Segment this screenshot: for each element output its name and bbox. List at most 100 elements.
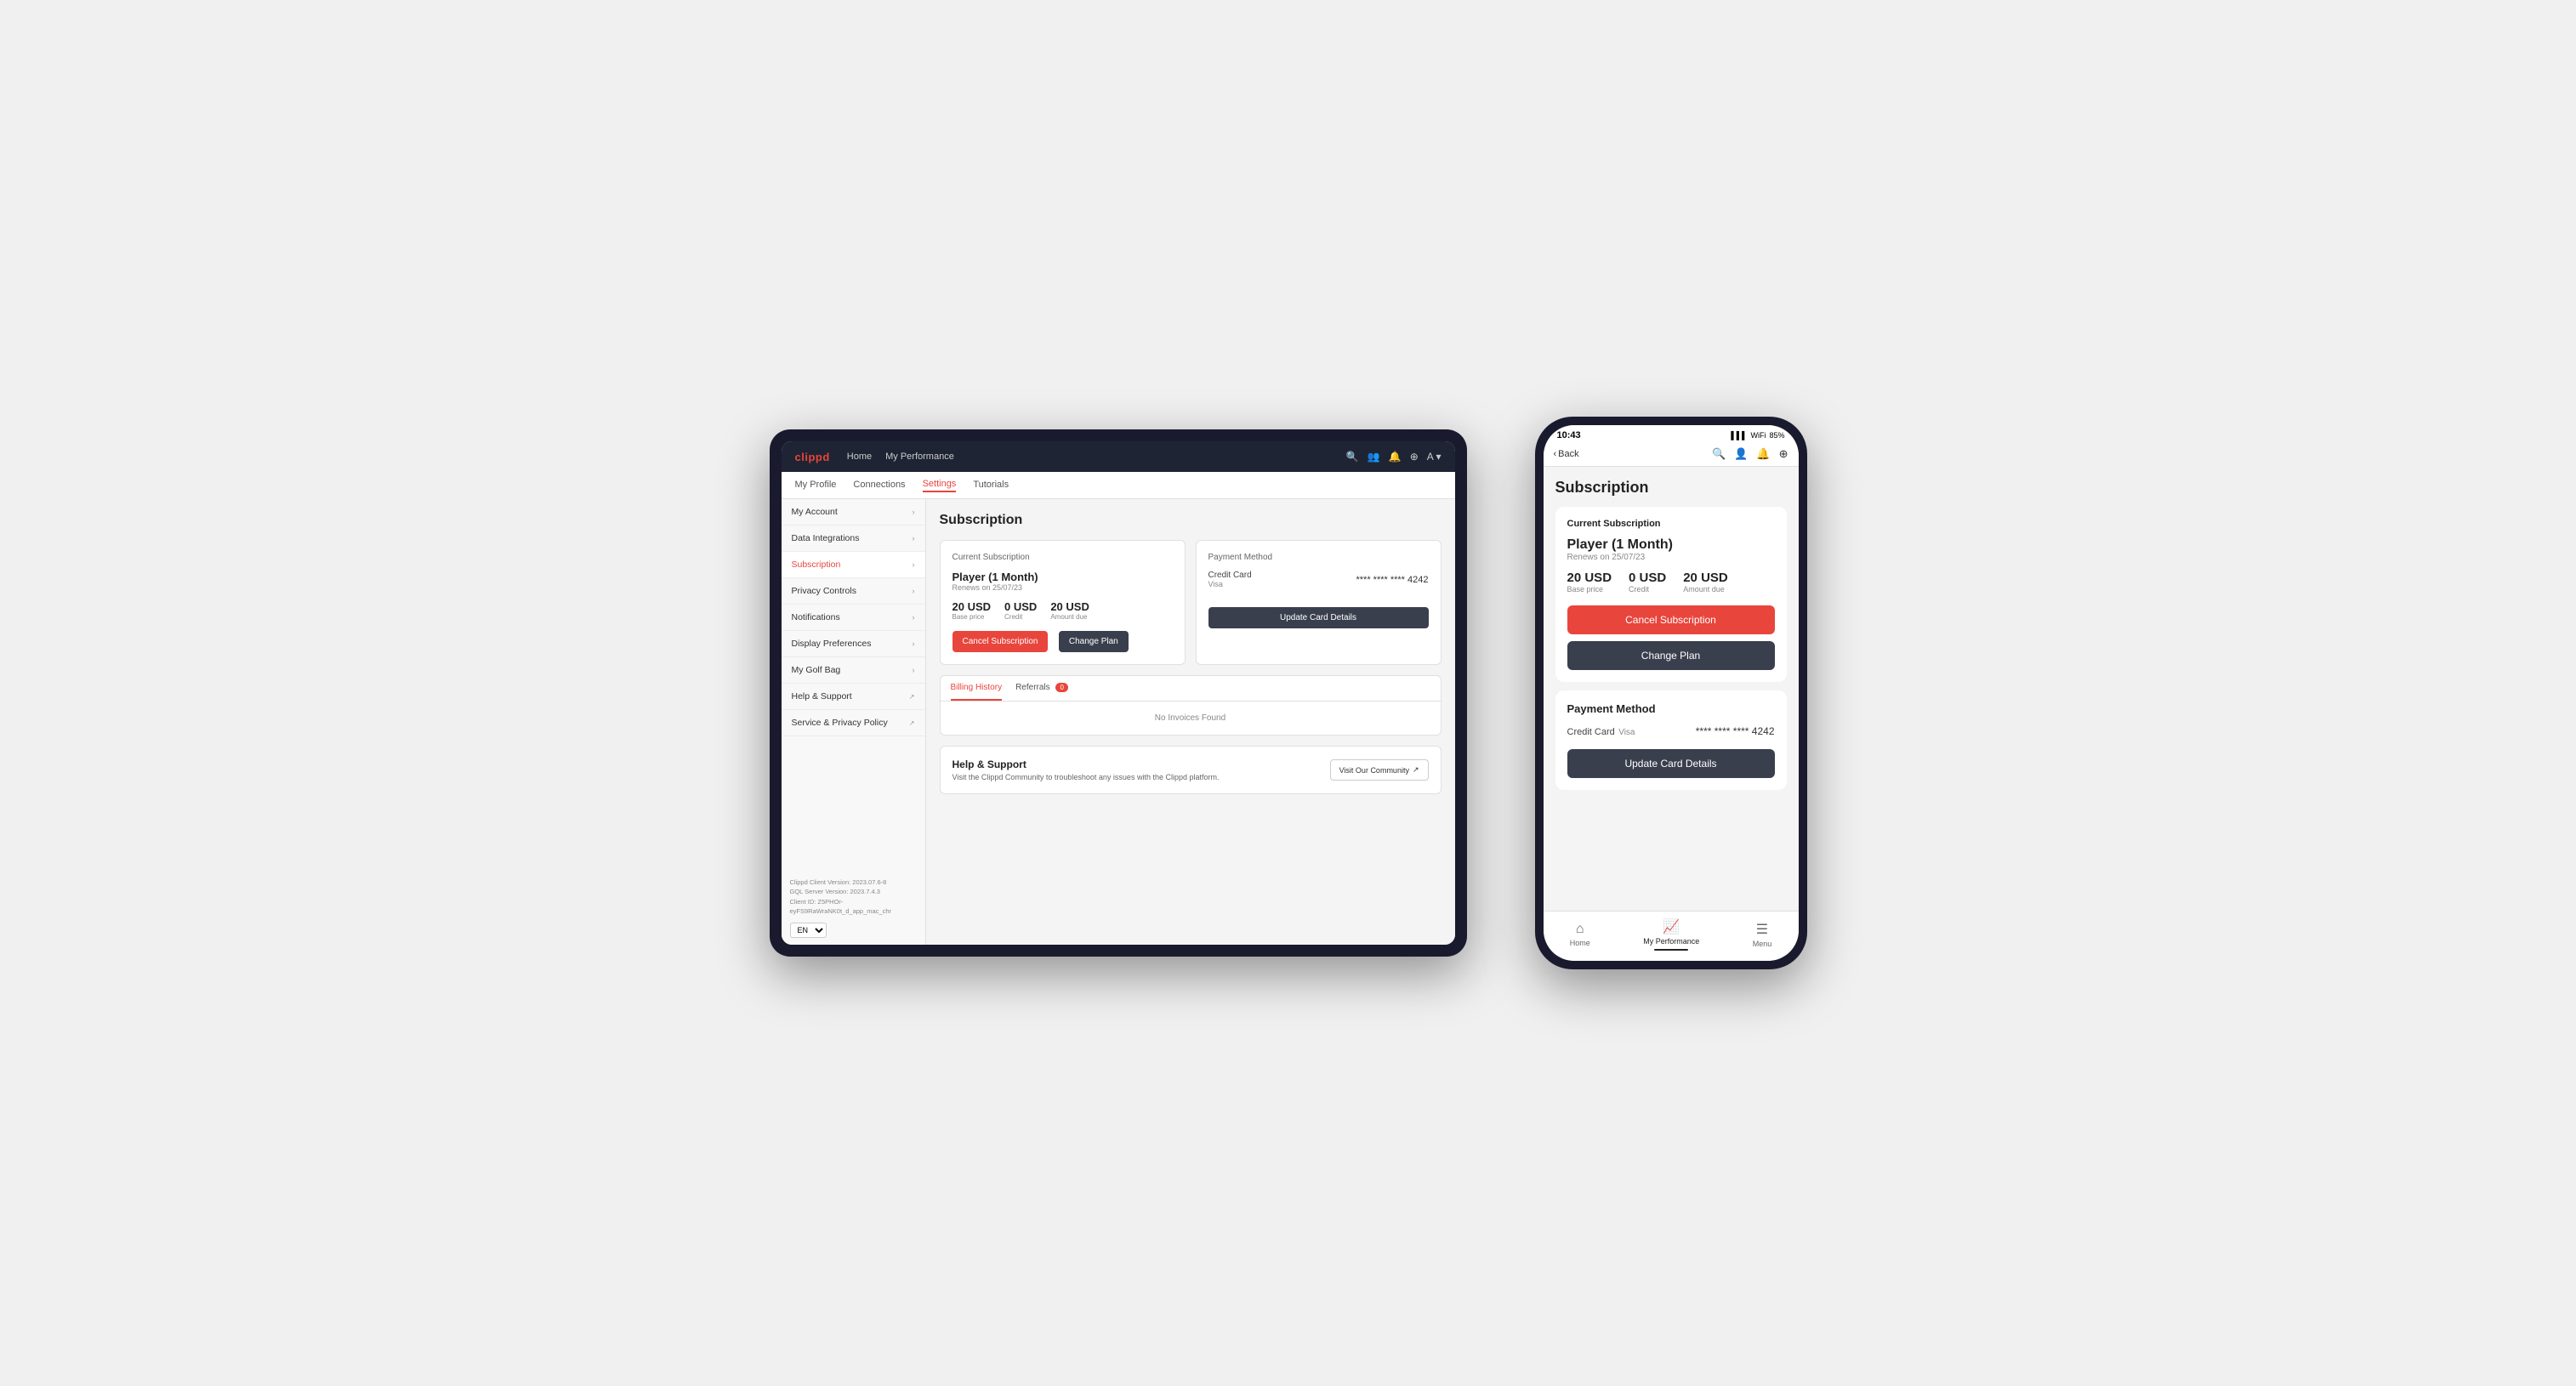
plan-renew-date: Renews on 25/07/23 <box>952 583 1173 592</box>
tablet-subnav: My Profile Connections Settings Tutorial… <box>782 472 1455 499</box>
phone-payment-card: Payment Method Credit Card Visa **** ***… <box>1555 690 1787 790</box>
tablet-sidebar: My Account › Data Integrations › Subscri… <box>782 499 926 945</box>
tablet-nav-performance[interactable]: My Performance <box>885 452 954 462</box>
sidebar-item-privacy-policy[interactable]: Service & Privacy Policy ↗ <box>782 710 925 736</box>
sidebar-item-subscription[interactable]: Subscription › <box>782 552 925 578</box>
phone-content: Subscription Current Subscription Player… <box>1544 467 1799 911</box>
phone-credit-label: Credit <box>1629 585 1666 594</box>
user-avatar[interactable]: A ▾ <box>1427 451 1442 463</box>
search-icon[interactable]: 🔍 <box>1712 447 1726 461</box>
users-icon[interactable]: 👥 <box>1368 451 1380 463</box>
add-icon[interactable]: ⊕ <box>1779 447 1788 461</box>
update-card-button[interactable]: Update Card Details <box>1208 607 1429 628</box>
version-line1: Clippd Client Version: 2023.07.6-8 <box>790 878 917 887</box>
subnav-tutorials[interactable]: Tutorials <box>973 480 1009 491</box>
amount-due-label: Amount due <box>1050 613 1089 621</box>
battery-level: 85 <box>1769 431 1777 440</box>
phone-cancel-button[interactable]: Cancel Subscription <box>1567 605 1775 634</box>
sidebar-label-golf-bag: My Golf Bag <box>792 665 841 675</box>
external-link-icon: ↗ <box>909 719 915 727</box>
menu-icon: ☰ <box>1756 921 1768 938</box>
tablet-nav-links: Home My Performance <box>847 452 954 462</box>
sidebar-item-display[interactable]: Display Preferences › <box>782 631 925 657</box>
cc-number: **** **** **** 4242 <box>1356 575 1428 585</box>
tablet-logo: clippd <box>795 451 830 463</box>
sidebar-label-display: Display Preferences <box>792 639 872 649</box>
tablet-body: My Account › Data Integrations › Subscri… <box>782 499 1455 945</box>
phone-time: 10:43 <box>1557 430 1581 440</box>
add-icon[interactable]: ⊕ <box>1410 451 1419 463</box>
subnav-myprofile[interactable]: My Profile <box>795 480 837 491</box>
billing-tab-history-label: Billing History <box>951 683 1003 692</box>
user-icon[interactable]: 👤 <box>1734 447 1748 461</box>
sidebar-label-privacy-policy: Service & Privacy Policy <box>792 718 888 728</box>
billing-tab-history[interactable]: Billing History <box>951 676 1003 701</box>
help-description: Visit the Clippd Community to troublesho… <box>952 773 1220 781</box>
tab-performance[interactable]: 📈 My Performance <box>1643 918 1699 951</box>
sidebar-item-notifications[interactable]: Notifications › <box>782 605 925 631</box>
phone-tab-bar: ⌂ Home 📈 My Performance ☰ Menu <box>1544 911 1799 961</box>
sidebar-item-account[interactable]: My Account › <box>782 499 925 525</box>
tab-home[interactable]: ⌂ Home <box>1570 922 1590 947</box>
phone-payment-title: Payment Method <box>1567 702 1775 715</box>
phone-change-plan-button[interactable]: Change Plan <box>1567 641 1775 670</box>
tablet-main-content: Subscription Current Subscription Player… <box>926 499 1455 945</box>
phone-prices: 20 USD Base price 0 USD Credit 20 USD Am… <box>1567 571 1775 594</box>
language-select[interactable]: EN <box>790 923 827 938</box>
credit-item: 0 USD Credit <box>1004 600 1037 621</box>
sidebar-item-data-integrations[interactable]: Data Integrations › <box>782 525 925 552</box>
billing-tabs: Billing History Referrals 0 <box>941 676 1441 702</box>
battery-icon: 85% <box>1769 431 1784 440</box>
sidebar-item-privacy[interactable]: Privacy Controls › <box>782 578 925 605</box>
version-line3: Client ID: Z5PHOr-eyFS9RaWraNK0t_d_app_m… <box>790 897 917 917</box>
help-section: Help & Support Visit the Clippd Communit… <box>940 746 1442 794</box>
chevron-icon: › <box>913 508 915 516</box>
phone-cc-info: Credit Card Visa <box>1567 724 1635 739</box>
subnav-connections[interactable]: Connections <box>853 480 905 491</box>
sidebar-label-privacy: Privacy Controls <box>792 586 856 596</box>
phone-update-card-button[interactable]: Update Card Details <box>1567 749 1775 778</box>
page-title: Subscription <box>940 513 1442 528</box>
bell-icon[interactable]: 🔔 <box>1756 447 1770 461</box>
phone-nav-icons: 🔍 👤 🔔 ⊕ <box>1712 447 1788 461</box>
base-price-value: 20 USD <box>952 600 992 613</box>
credit-label: Credit <box>1004 613 1037 621</box>
sidebar-item-help[interactable]: Help & Support ↗ <box>782 684 925 710</box>
back-button[interactable]: ‹ Back <box>1554 449 1579 459</box>
change-plan-button[interactable]: Change Plan <box>1059 631 1129 652</box>
phone-base-label: Base price <box>1567 585 1612 594</box>
visit-community-button[interactable]: Visit Our Community ↗ <box>1330 759 1429 781</box>
external-link-icon: ↗ <box>909 693 915 701</box>
phone-amount-due: 20 USD Amount due <box>1683 571 1728 594</box>
phone-page-title: Subscription <box>1555 479 1787 497</box>
chevron-icon: › <box>913 587 915 595</box>
tab-performance-label: My Performance <box>1643 937 1699 946</box>
tablet-nav-home[interactable]: Home <box>847 452 872 462</box>
tab-menu[interactable]: ☰ Menu <box>1753 921 1772 948</box>
plan-name: Player (1 Month) <box>952 571 1173 583</box>
back-label: Back <box>1558 449 1578 459</box>
back-chevron-icon: ‹ <box>1554 449 1557 459</box>
sidebar-item-golf-bag[interactable]: My Golf Bag › <box>782 657 925 684</box>
tablet-device: clippd Home My Performance 🔍 👥 🔔 ⊕ A ▾ M… <box>770 429 1467 957</box>
performance-icon: 📈 <box>1663 918 1680 935</box>
bell-icon[interactable]: 🔔 <box>1389 451 1402 463</box>
phone-amount-value: 20 USD <box>1683 571 1728 585</box>
payment-method-title: Payment Method <box>1208 553 1429 562</box>
cc-brand: Visa <box>1208 580 1252 588</box>
search-icon[interactable]: 🔍 <box>1346 451 1359 463</box>
language-selector-wrapper[interactable]: EN <box>790 923 917 938</box>
phone-current-sub-title: Current Subscription <box>1567 519 1775 529</box>
help-text: Help & Support Visit the Clippd Communit… <box>952 758 1220 781</box>
sidebar-footer: Clippd Client Version: 2023.07.6-8 GQL S… <box>782 871 925 945</box>
signal-icon: ▌▌▌ <box>1731 431 1747 440</box>
subnav-settings[interactable]: Settings <box>923 479 957 492</box>
plan-prices: 20 USD Base price 0 USD Credit 20 USD Am… <box>952 600 1173 621</box>
billing-tab-referrals[interactable]: Referrals 0 <box>1015 676 1068 701</box>
credit-value: 0 USD <box>1004 600 1037 613</box>
tablet-nav-icons: 🔍 👥 🔔 ⊕ A ▾ <box>1346 451 1442 463</box>
cancel-subscription-button[interactable]: Cancel Subscription <box>952 631 1049 652</box>
chevron-icon: › <box>913 666 915 674</box>
phone-cc-brand: Visa <box>1618 728 1635 737</box>
phone-credit: 0 USD Credit <box>1629 571 1666 594</box>
